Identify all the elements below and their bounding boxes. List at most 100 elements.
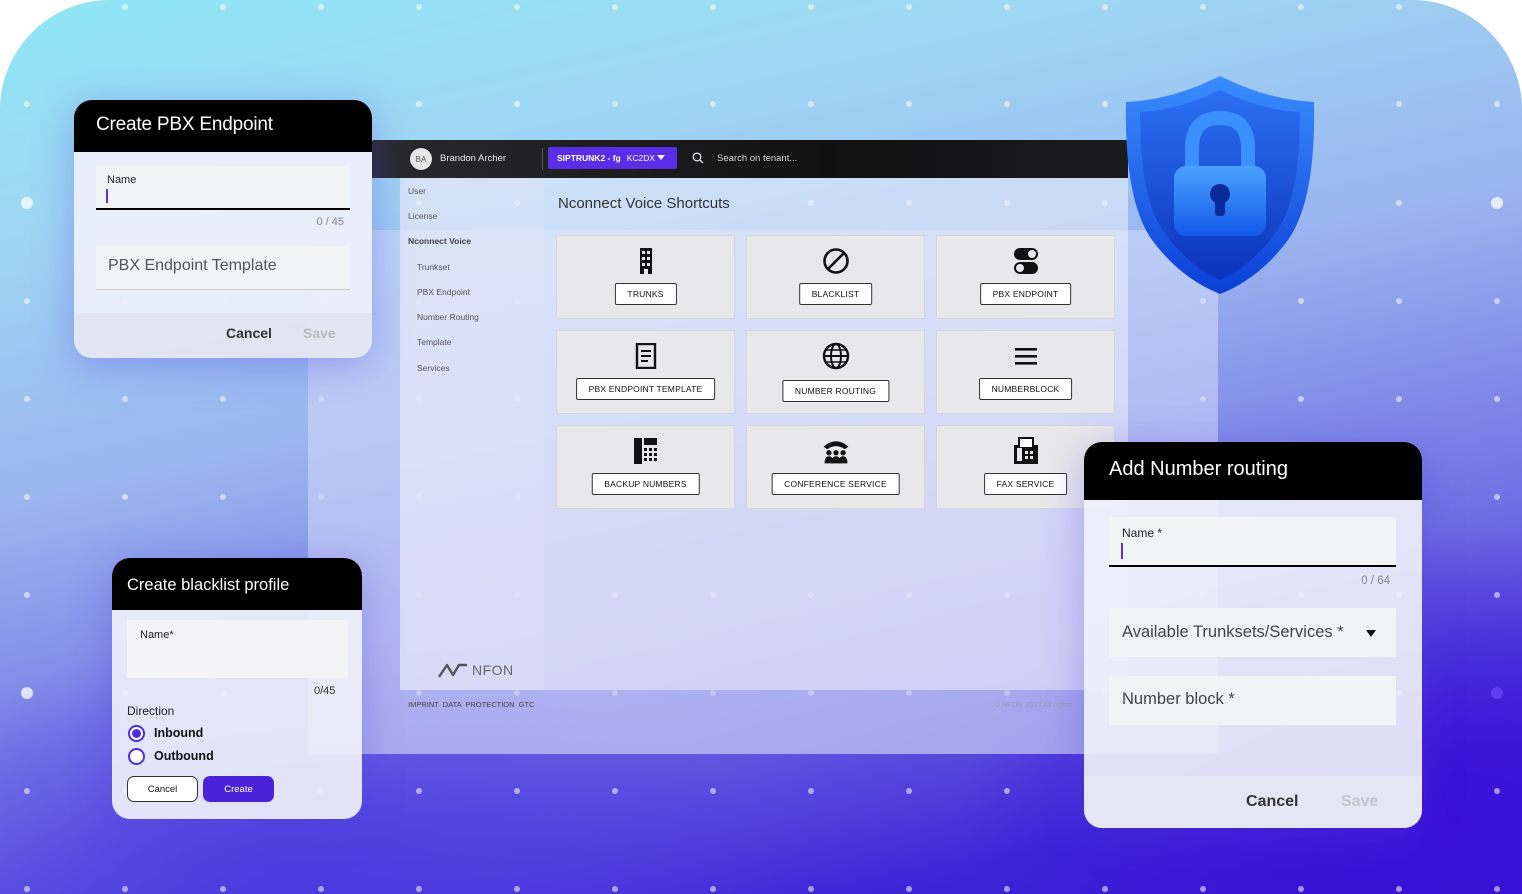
name-field[interactable] <box>96 166 350 210</box>
app-window: BA Brandon Archer SIPTRUNK2 - fg KC2DX S… <box>372 140 1128 720</box>
decor-dot <box>318 886 324 892</box>
fax-icon <box>1011 436 1041 466</box>
phone-keypad-icon <box>631 436 661 466</box>
logo-text: NFON <box>472 662 514 678</box>
fax-service-button[interactable]: FAX SERVICE <box>983 473 1068 495</box>
decor-dot <box>612 4 618 10</box>
decor-dot <box>318 4 324 10</box>
create-button[interactable]: Create <box>203 776 274 802</box>
name-field[interactable] <box>1109 517 1396 566</box>
pbx-endpoint-template-button[interactable]: PBX ENDPOINT TEMPLATE <box>575 378 716 400</box>
name-underline <box>1109 565 1396 567</box>
tile-backup-numbers[interactable]: BACKUP NUMBERS <box>556 425 735 509</box>
decor-dot <box>1494 298 1500 304</box>
inbound-label[interactable]: Inbound <box>154 726 203 740</box>
tile-pbx-endpoint-template[interactable]: PBX ENDPOINT TEMPLATE <box>556 330 735 414</box>
number-routing-button[interactable]: NUMBER ROUTING <box>781 380 890 402</box>
page-title: Nconnect Voice Shortcuts <box>558 195 730 212</box>
outbound-label[interactable]: Outbound <box>154 749 214 763</box>
decor-dot <box>1102 4 1108 10</box>
decor-dot <box>122 886 128 892</box>
trunk-code: KC2DX <box>626 153 656 163</box>
decor-dot <box>1494 101 1500 107</box>
text-cursor <box>1121 543 1123 559</box>
decor-dot <box>1494 396 1500 402</box>
conference-icon <box>821 436 851 466</box>
tile-blacklist[interactable]: BLACKLIST <box>746 235 925 319</box>
decor-dot <box>24 788 30 794</box>
decor-dot <box>1396 4 1402 10</box>
sidebar-item-number-routing[interactable]: Number Routing <box>417 312 479 322</box>
save-button[interactable]: Save <box>1341 793 1378 811</box>
decor-dot <box>1494 494 1500 500</box>
block-icon <box>821 246 851 276</box>
user-name[interactable]: Brandon Archer <box>440 153 506 164</box>
decor-dot <box>808 4 814 10</box>
decor-dot <box>220 494 226 500</box>
decor-dot <box>24 494 30 500</box>
name-label: Name * <box>1122 526 1163 540</box>
sidebar-item-user[interactable]: User <box>408 186 426 196</box>
create-blacklist-profile-dialog: Create blacklist profile Name* 0/45 Dire… <box>112 558 362 819</box>
pbx-endpoint-button[interactable]: PBX ENDPOINT <box>979 283 1072 305</box>
cancel-button[interactable]: Cancel <box>226 325 272 341</box>
decor-dot <box>416 4 422 10</box>
inbound-radio[interactable] <box>128 725 145 742</box>
sidebar-section-nconnect-voice[interactable]: Nconnect Voice <box>408 236 471 246</box>
conference-service-button[interactable]: CONFERENCE SERVICE <box>771 473 900 495</box>
blacklist-button[interactable]: BLACKLIST <box>798 283 873 305</box>
sidebar-item-pbx-endpoint[interactable]: PBX Endpoint <box>417 287 470 297</box>
decor-dot <box>612 788 618 794</box>
decor-dot <box>710 886 716 892</box>
decor-dot <box>24 4 30 10</box>
decor-dot <box>24 396 30 402</box>
cancel-button[interactable]: Cancel <box>127 776 198 802</box>
tile-pbx-endpoint[interactable]: PBX ENDPOINT <box>936 235 1115 319</box>
outbound-radio[interactable] <box>128 748 145 765</box>
avatar[interactable]: BA <box>410 148 432 170</box>
decor-dot <box>416 101 422 107</box>
decor-dot <box>220 396 226 402</box>
decor-dot <box>906 4 912 10</box>
decor-dot <box>1396 396 1402 402</box>
decor-dot <box>1102 886 1108 892</box>
chevron-down-icon[interactable] <box>1366 630 1376 637</box>
dialog-title: Create PBX Endpoint <box>74 100 372 152</box>
footer-link-data-protection[interactable]: DATA PROTECTION <box>443 700 515 709</box>
trunk-name: SIPTRUNK2 - fg <box>557 153 621 163</box>
sidebar-item-trunkset[interactable]: Trunkset <box>417 262 450 272</box>
decor-dot <box>808 886 814 892</box>
decor-dot <box>122 494 128 500</box>
decor-dot <box>906 788 912 794</box>
footer-link-gtc[interactable]: GTC <box>519 700 535 709</box>
trunks-button[interactable]: TRUNKS <box>614 283 677 305</box>
sidebar-item-services[interactable]: Services <box>417 363 450 373</box>
sidebar-item-template[interactable]: Template <box>417 337 452 347</box>
trunk-selector[interactable]: SIPTRUNK2 - fg KC2DX <box>548 147 677 169</box>
tile-conference-service[interactable]: CONFERENCE SERVICE <box>746 425 925 509</box>
numberblock-button[interactable]: NUMBERBLOCK <box>978 378 1073 400</box>
text-cursor <box>106 189 108 203</box>
divider <box>542 148 543 170</box>
tile-numberblock[interactable]: NUMBERBLOCK <box>936 330 1115 414</box>
decor-dot <box>24 592 30 598</box>
name-counter: 0/45 <box>314 685 336 697</box>
cancel-button[interactable]: Cancel <box>1246 793 1298 811</box>
search-input[interactable]: Search on tenant... <box>717 153 797 164</box>
footer-link-imprint[interactable]: IMPRINT <box>408 700 439 709</box>
decor-dot <box>220 886 226 892</box>
decor-dot <box>808 101 814 107</box>
decor-dot <box>1298 886 1304 892</box>
decor-dot <box>122 4 128 10</box>
tile-number-routing[interactable]: NUMBER ROUTING <box>746 330 925 414</box>
document-icon <box>631 341 661 371</box>
decor-dot <box>1396 200 1402 206</box>
tile-trunks[interactable]: TRUNKS <box>556 235 735 319</box>
decor-dot <box>514 886 520 892</box>
backup-numbers-button[interactable]: BACKUP NUMBERS <box>591 473 700 495</box>
search-icon[interactable] <box>692 152 704 164</box>
decor-dot <box>1298 4 1304 10</box>
save-button[interactable]: Save <box>303 325 336 341</box>
decor-dot <box>514 101 520 107</box>
sidebar-item-license[interactable]: License <box>408 211 437 221</box>
